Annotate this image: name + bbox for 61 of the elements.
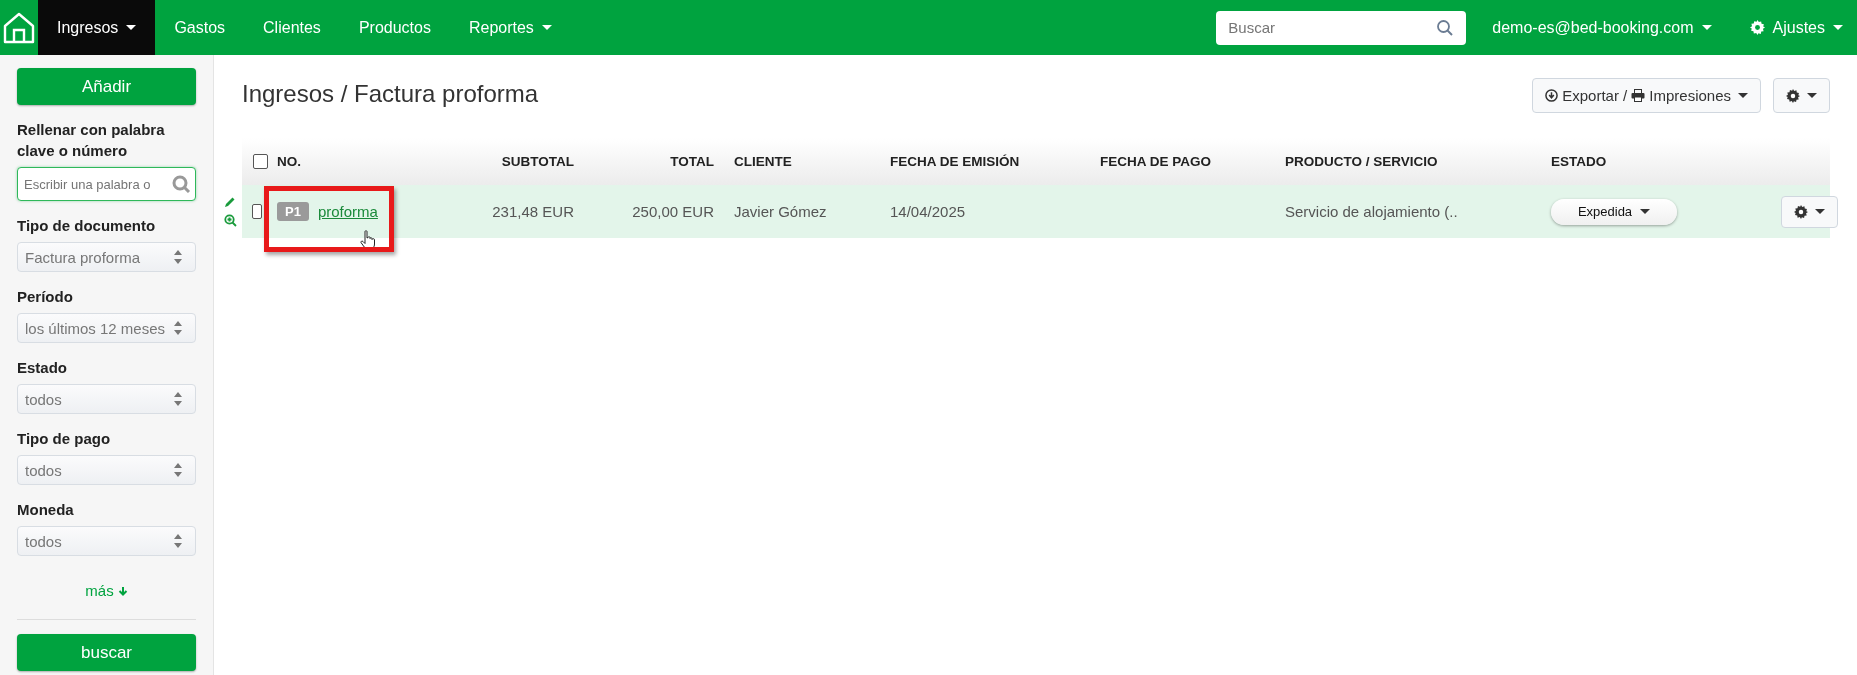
search-field[interactable]: Buscar [1216, 10, 1467, 45]
filter-label: Rellenar con palabra clave o número [17, 120, 166, 161]
gear-icon [1794, 204, 1808, 219]
keyword-field[interactable]: Escribir una palabra o [17, 167, 196, 201]
nav-tab[interactable]: Gastos [155, 0, 245, 55]
updown-icon [173, 462, 183, 478]
zoom-in-icon[interactable] [224, 214, 237, 227]
filter-label: Estado [17, 358, 68, 378]
page-title: Ingresos / Factura proforma [242, 80, 539, 108]
settings-dropdown[interactable] [1773, 78, 1830, 113]
column-header: PRODUCTO / SERVICIO [1285, 154, 1438, 169]
gear-icon [1786, 88, 1800, 103]
add-button[interactable]: Añadir [17, 68, 196, 105]
gear-icon [1749, 20, 1765, 35]
table-cell: Servicio de alojamiento (.. [1285, 203, 1458, 220]
select-field[interactable]: todos [17, 526, 196, 556]
select-field[interactable]: los últimos 12 meses [17, 313, 196, 343]
select-field[interactable]: todos [17, 384, 196, 414]
user-menu[interactable]: demo-es@bed-booking.com [1472, 0, 1732, 55]
more-link[interactable]: más [17, 582, 196, 599]
export-button[interactable]: Exportar / Impresiones [1532, 78, 1761, 113]
filter-label: Moneda [17, 500, 75, 520]
updown-icon [173, 320, 183, 336]
printer-icon [1631, 89, 1646, 102]
nav-tab[interactable]: Clientes [244, 0, 340, 55]
document-badge: P1 [277, 202, 309, 221]
row-checkbox[interactable] [252, 204, 262, 219]
nav-tab[interactable]: Reportes [449, 0, 571, 55]
filter-label: Período [17, 287, 74, 307]
row-actions-button[interactable] [1781, 195, 1838, 228]
nav-tab[interactable]: Ingresos [38, 0, 156, 55]
column-header: NO. [277, 154, 301, 169]
filter-label: Tipo de documento [17, 216, 157, 236]
settings-menu[interactable]: Ajustes [1731, 0, 1857, 55]
column-header: TOTAL [670, 154, 714, 169]
filter-label: Tipo de pago [17, 429, 112, 449]
select-all-checkbox[interactable] [253, 154, 268, 169]
search-button[interactable]: buscar [17, 634, 196, 671]
search-icon[interactable] [1436, 18, 1455, 37]
settings-label: Ajustes [1772, 18, 1825, 37]
nav-tab[interactable]: Productos [339, 0, 450, 55]
pencil-icon[interactable] [224, 196, 236, 208]
arrow-down-icon [117, 585, 128, 596]
updown-icon [173, 533, 183, 549]
search-icon [171, 175, 193, 193]
table-cell: 14/04/2025 [890, 203, 966, 220]
column-header: ESTADO [1551, 154, 1607, 169]
status-dropdown[interactable]: Expedida [1551, 198, 1677, 225]
table-cell: Javier Gómez [734, 203, 827, 220]
updown-icon [173, 391, 183, 407]
column-header: FECHA DE PAGO [1100, 154, 1211, 169]
updown-icon [173, 249, 183, 265]
download-icon [1545, 89, 1559, 102]
table-cell: 250,00 EUR [632, 203, 714, 220]
select-field[interactable]: todos [17, 455, 196, 485]
document-link[interactable]: proforma [317, 203, 378, 220]
select-field[interactable]: Factura proforma [17, 242, 196, 272]
column-header: FECHA DE EMISIÓN [890, 154, 1020, 169]
table-cell: 231,48 EUR [492, 203, 574, 220]
column-header: CLIENTE [734, 154, 792, 169]
column-header: SUBTOTAL [501, 154, 574, 169]
